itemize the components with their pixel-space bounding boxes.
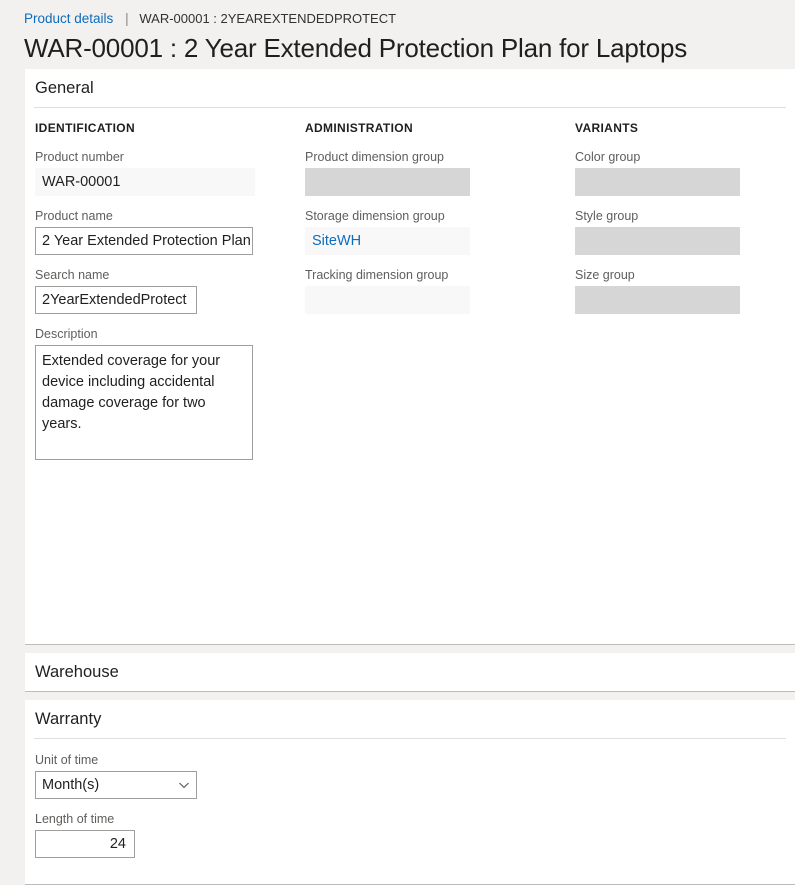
field-color-group: Color group [575, 149, 775, 196]
field-label-product-name: Product name [35, 209, 113, 223]
field-label-tracking-dimension-group: Tracking dimension group [305, 268, 449, 282]
general-columns: IDENTIFICATION Product number WAR-00001 … [35, 121, 785, 472]
field-product-number: Product number WAR-00001 [35, 149, 305, 196]
field-label-search-name: Search name [35, 268, 110, 282]
input-description[interactable]: Extended coverage for your device includ… [35, 345, 253, 460]
group-heading-identification: IDENTIFICATION [35, 121, 136, 135]
field-label-product-dimension-group: Product dimension group [305, 150, 444, 164]
field-label-size-group: Size group [575, 268, 635, 282]
field-product-name: Product name 2 Year Extended Protection … [35, 208, 305, 255]
input-size-group [575, 286, 740, 314]
column-identification: IDENTIFICATION Product number WAR-00001 … [35, 121, 305, 472]
breadcrumb-link-product-details[interactable]: Product details [24, 11, 113, 26]
unit-of-time-wrapper: Month(s) [35, 771, 197, 799]
panel-stack: General IDENTIFICATION Product number WA… [0, 69, 795, 885]
field-description: Description Extended coverage for your d… [35, 326, 305, 460]
field-unit-of-time: Unit of time Month(s) [35, 752, 785, 799]
field-label-storage-dimension-group: Storage dimension group [305, 209, 445, 223]
input-search-name[interactable]: 2YearExtendedProtect [35, 286, 197, 314]
field-label-product-number: Product number [35, 150, 124, 164]
input-storage-dimension-group[interactable]: SiteWH [305, 227, 470, 255]
column-variants: VARIANTS Color group Style group Size gr… [575, 121, 775, 326]
breadcrumb-current-item: WAR-00001 : 2YEAREXTENDEDPROTECT [139, 11, 397, 26]
breadcrumb-separator: | [125, 11, 129, 26]
panel-warehouse: Warehouse [25, 653, 795, 692]
input-tracking-dimension-group[interactable] [305, 286, 470, 314]
input-color-group [575, 168, 740, 196]
field-label-unit-of-time: Unit of time [35, 753, 99, 767]
field-search-name: Search name 2YearExtendedProtect [35, 267, 305, 314]
page-header: Product details | WAR-00001 : 2YEAREXTEN… [0, 0, 795, 69]
panel-title-general: General [35, 79, 94, 97]
panel-title-warehouse: Warehouse [35, 663, 119, 681]
group-heading-administration: ADMINISTRATION [305, 121, 414, 135]
general-panel-spacer [35, 472, 785, 644]
field-style-group: Style group [575, 208, 775, 255]
field-product-dimension-group: Product dimension group [305, 149, 575, 196]
panel-body-warranty: Unit of time Month(s) Length of time 24 [25, 739, 795, 884]
panel-header-warranty[interactable]: Warranty [25, 700, 795, 738]
field-tracking-dimension-group: Tracking dimension group [305, 267, 575, 314]
panel-body-general: IDENTIFICATION Product number WAR-00001 … [25, 108, 795, 644]
field-size-group: Size group [575, 267, 775, 314]
input-length-of-time[interactable]: 24 [35, 830, 135, 858]
panel-general: General IDENTIFICATION Product number WA… [25, 69, 795, 645]
group-heading-variants: VARIANTS [575, 121, 639, 135]
panel-header-warehouse[interactable]: Warehouse [25, 653, 795, 691]
field-label-color-group: Color group [575, 150, 641, 164]
input-product-number[interactable]: WAR-00001 [35, 168, 255, 196]
field-storage-dimension-group: Storage dimension group SiteWH [305, 208, 575, 255]
input-product-name[interactable]: 2 Year Extended Protection Plan for Lapt… [35, 227, 253, 255]
field-label-description: Description [35, 327, 98, 341]
field-label-style-group: Style group [575, 209, 639, 223]
page-title: WAR-00001 : 2 Year Extended Protection P… [24, 33, 688, 63]
panel-warranty: Warranty Unit of time Month(s) Length of… [25, 700, 795, 885]
input-product-dimension-group [305, 168, 470, 196]
column-administration: ADMINISTRATION Product dimension group S… [305, 121, 575, 326]
field-label-length-of-time: Length of time [35, 812, 115, 826]
breadcrumb: Product details | WAR-00001 : 2YEAREXTEN… [24, 9, 795, 28]
panel-title-warranty: Warranty [35, 710, 102, 728]
field-length-of-time: Length of time 24 [35, 811, 785, 858]
select-unit-of-time[interactable]: Month(s) [35, 771, 197, 799]
panel-header-general[interactable]: General [25, 69, 795, 107]
input-style-group [575, 227, 740, 255]
